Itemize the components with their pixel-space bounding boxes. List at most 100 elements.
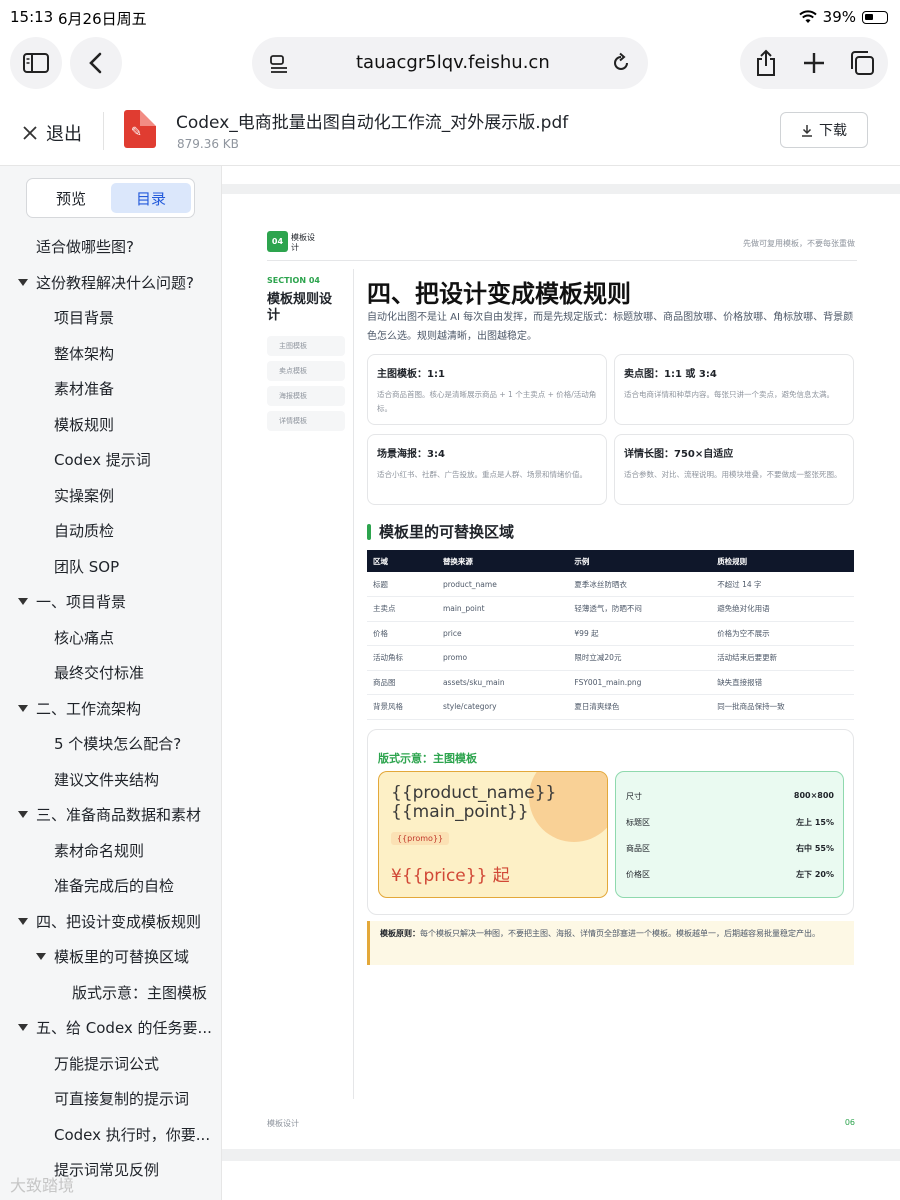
intro-text: 自动化出图不是让 AI 每次自由发挥，而是先规定版式：标题放哪、商品图放哪、价格…	[367, 312, 854, 342]
column-header: 区域	[367, 550, 437, 572]
download-button[interactable]: 下载	[780, 112, 868, 148]
caret-down-icon[interactable]	[36, 953, 46, 960]
toc-item[interactable]: 素材准备	[54, 378, 114, 400]
toc-item[interactable]: 五、给 Codex 的任务要...	[18, 1017, 212, 1039]
share-button[interactable]	[754, 49, 778, 81]
status-date: 6月26日周五	[58, 10, 147, 28]
toc-item[interactable]: 适合做哪些图?	[36, 236, 134, 258]
table-cell: price	[436, 621, 569, 646]
toc-item[interactable]: 最终交付标准	[54, 662, 144, 684]
table-cell: 活动结束后要更新	[711, 645, 854, 671]
table-cell: 价格为空不展示	[711, 621, 854, 646]
toc-item[interactable]: Codex 提示词	[54, 449, 151, 471]
toc-item[interactable]: Codex 执行时，你要...	[54, 1124, 210, 1146]
table-row: 标题 product_name 夏季冰丝防晒衣 不超过 14 字	[367, 572, 854, 597]
demo-title: 版式示意：主图模板	[378, 752, 477, 765]
toc-item[interactable]: 5 个模块怎么配合?	[54, 733, 181, 755]
status-bar: 15:13 6月26日周五 39%	[0, 0, 900, 34]
pdf-viewer[interactable]: 04 模板设计 先做可复用模板，不要每张重做 SECTION 04 模板规则设计…	[222, 166, 900, 1200]
toc-item[interactable]: 准备完成后的自检	[54, 875, 174, 897]
view-switcher: 预览 目录	[26, 178, 195, 218]
tabs-icon	[851, 51, 874, 75]
mock-promo-tag: {{promo}}	[391, 832, 450, 845]
exit-button[interactable]: 退出	[22, 120, 82, 146]
toc-item[interactable]: 可直接复制的提示词	[54, 1088, 189, 1110]
caret-down-icon[interactable]	[18, 917, 28, 925]
toc-item-label: 实操案例	[54, 486, 115, 505]
spec-panel: 尺寸 800×800 标题区 左上 15% 商品区 右中 55% 价格区 左下 20%	[615, 771, 844, 898]
mock-price: ¥{{price}} 起	[391, 866, 510, 886]
toc-item[interactable]: 四、把设计变成模板规则	[18, 911, 201, 933]
table-cell: 避免绝对化用语	[711, 596, 854, 622]
toc-item-label: 最终交付标准	[54, 664, 145, 682]
toc-item[interactable]: 这份教程解决什么问题?	[18, 272, 194, 294]
toc-item[interactable]: 团队 SOP	[54, 556, 119, 578]
toc-item-label: 四、把设计变成模板规则	[36, 912, 202, 931]
section-chip: 主图模板	[267, 336, 345, 356]
toc-item[interactable]: 模板里的可替换区域	[36, 946, 189, 968]
table-cell: 轻薄透气，防晒不闷	[568, 596, 712, 622]
header-tagline: 先做可复用模板，不要每张重做	[743, 239, 855, 248]
status-right: 39%	[798, 8, 888, 26]
url-text: tauacgr5lqv.feishu.cn	[356, 52, 550, 73]
table-cell: 夏季冰丝防晒衣	[568, 572, 712, 597]
reload-icon[interactable]	[610, 52, 632, 74]
caret-down-icon[interactable]	[18, 278, 28, 286]
sidebar-toggle-button[interactable]	[10, 37, 62, 89]
tabs-button[interactable]	[848, 50, 876, 80]
layout-demo: 版式示意：主图模板 {{product_name}} {{main_point}}…	[367, 729, 854, 915]
table-row: 背景风格 style/category 夏日清爽绿色 同一批商品保持一致	[367, 694, 854, 720]
section-chip: 详情模板	[267, 411, 345, 431]
toc-item[interactable]: 三、准备商品数据和素材	[18, 804, 201, 826]
toc-item[interactable]: 实操案例	[54, 485, 114, 507]
share-icon	[757, 49, 775, 76]
download-label: 下载	[819, 123, 847, 139]
new-tab-button[interactable]	[802, 51, 826, 79]
back-button[interactable]	[70, 37, 122, 89]
toc-item[interactable]: 一、项目背景	[18, 591, 126, 613]
sidebar-icon	[23, 53, 49, 73]
toc-item-label: 整体架构	[54, 344, 115, 363]
table-cell: 夏日清爽绿色	[568, 694, 712, 720]
table-cell: style/category	[436, 694, 569, 720]
toc-item[interactable]: 建议文件夹结构	[54, 769, 159, 791]
battery-icon	[862, 10, 888, 24]
toc-item[interactable]: 模板规则	[54, 414, 114, 436]
toc-item[interactable]: 项目背景	[54, 307, 114, 329]
address-bar[interactable]: tauacgr5lqv.feishu.cn	[252, 37, 648, 89]
table-cell: main_point	[436, 596, 569, 622]
accent-bar	[367, 523, 371, 540]
tab-toc[interactable]: 目录	[111, 183, 191, 213]
caret-down-icon[interactable]	[18, 1024, 28, 1031]
toc-item[interactable]: 版式示意：主图模板	[72, 982, 207, 1004]
caret-down-icon[interactable]	[18, 598, 28, 605]
table-row: 主卖点 main_point 轻薄透气，防晒不闷 避免绝对化用语	[367, 596, 854, 622]
toc-item-label: 5 个模块怎么配合?	[54, 735, 182, 753]
toc-item-label: 项目背景	[54, 309, 115, 327]
toc-item-label: 万能提示词公式	[54, 1054, 160, 1073]
caret-down-icon[interactable]	[18, 704, 28, 712]
toc-sidebar: 预览 目录 适合做哪些图? 这份教程解决什么问题? 项目背景整体架构素材准备模板规则…	[0, 166, 222, 1200]
toc-item[interactable]: 万能提示词公式	[54, 1053, 159, 1075]
toc-item-label: 二、工作流架构	[36, 699, 142, 718]
toc-item[interactable]: 二、工作流架构	[18, 698, 141, 720]
toc-item-label: 三、准备商品数据和素材	[36, 806, 202, 824]
table-cell: 主卖点	[367, 596, 437, 622]
spec-row: 价格区 左下 20%	[626, 870, 834, 879]
page-menu-icon	[270, 55, 287, 73]
table-row: 活动角标 promo 限时立减20元 活动结束后要更新	[367, 645, 854, 671]
page-title: 四、把设计变成模板规则	[367, 280, 631, 308]
toc-item[interactable]: 核心痛点	[54, 627, 114, 649]
card-desc: 适合小红书、社群、广告投放。重点是人群、场景和情绪价值。	[377, 470, 587, 479]
template-principle-note: 模板原则：每个模板只解决一种图，不要把主图、海报、详情页全部塞进一个模板。模板越…	[367, 921, 854, 965]
table-cell: 限时立减20元	[568, 645, 712, 671]
toc-item[interactable]: 整体架构	[54, 343, 114, 365]
pdf-file-icon: ✎	[124, 110, 156, 148]
browser-actions	[740, 37, 888, 89]
toc-item[interactable]: 自动质检	[54, 520, 114, 542]
toc-item[interactable]: 素材命名规则	[54, 840, 144, 862]
toc-item-label: Codex 执行时，你要...	[54, 1125, 211, 1144]
caret-down-icon[interactable]	[18, 811, 28, 818]
table-cell: product_name	[436, 572, 569, 597]
tab-preview[interactable]: 预览	[31, 183, 111, 213]
